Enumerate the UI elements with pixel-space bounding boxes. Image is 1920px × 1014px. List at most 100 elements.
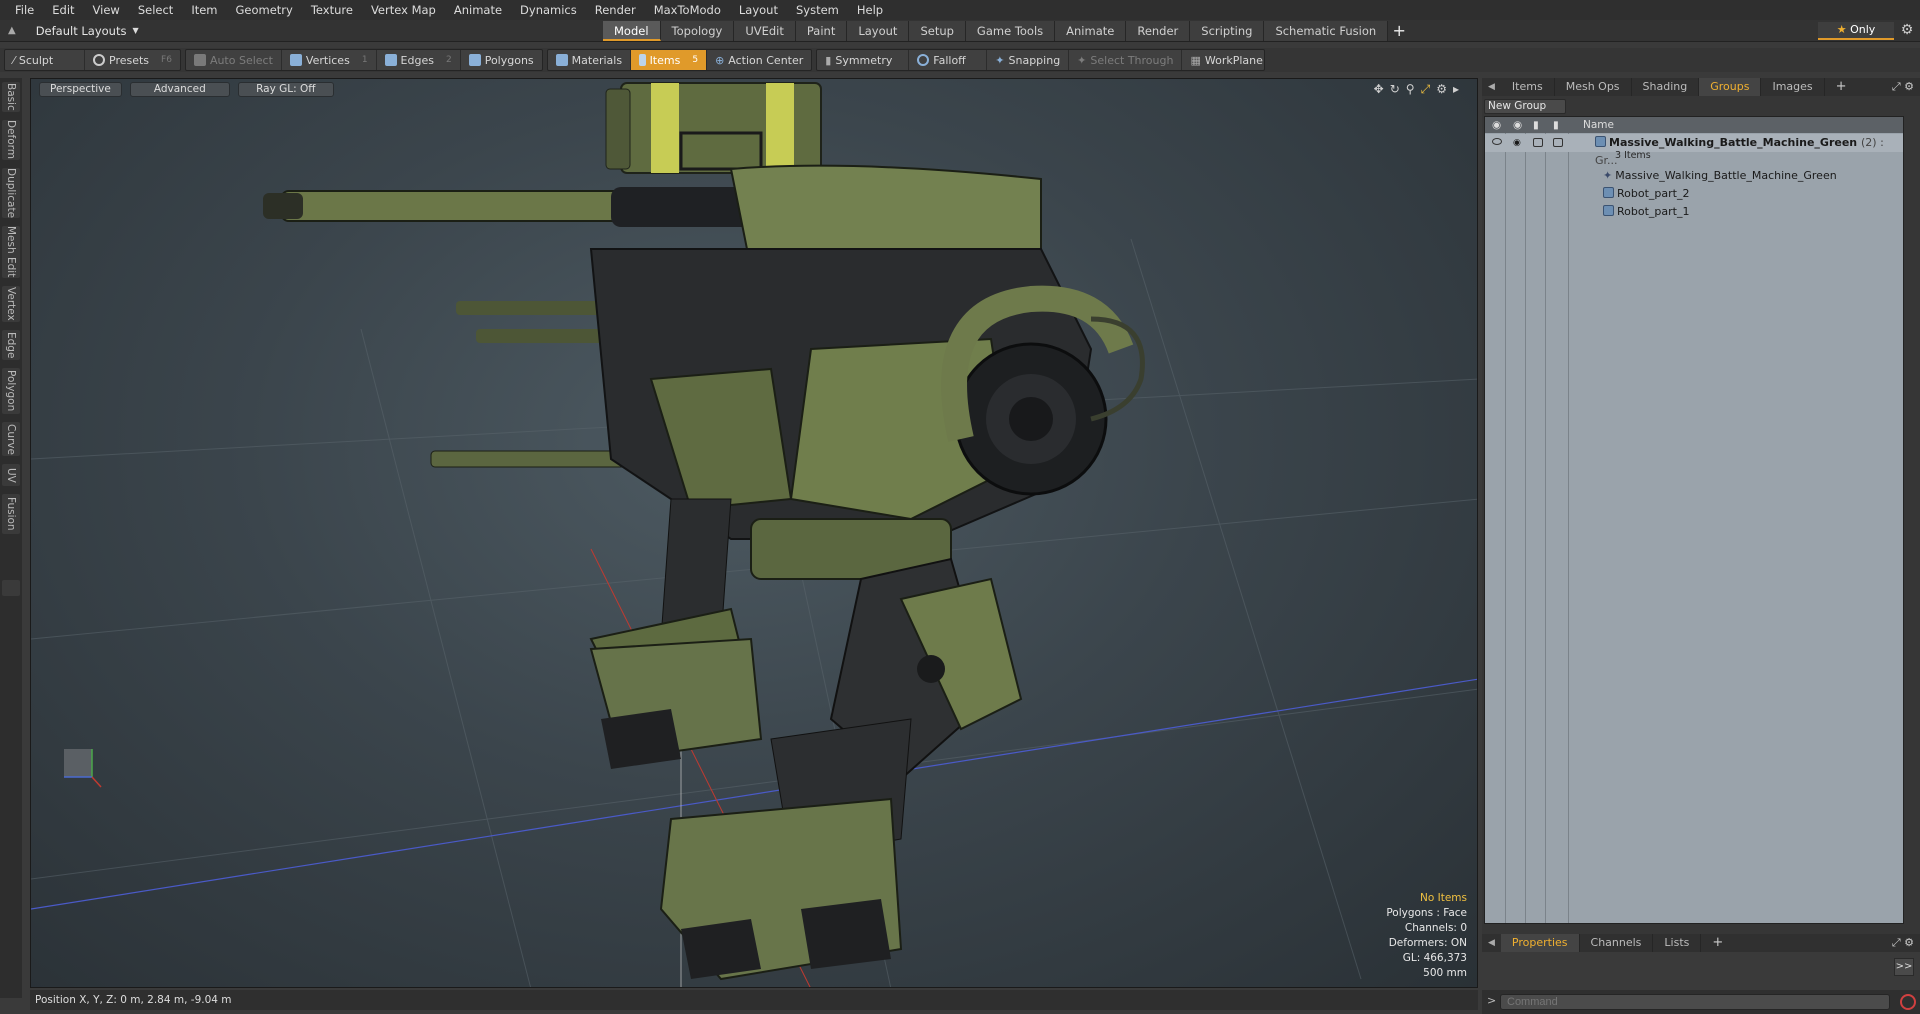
tab-model[interactable]: Model	[603, 21, 661, 41]
menu-maxtomodo[interactable]: MaxToModo	[645, 0, 730, 20]
command-input[interactable]	[1500, 994, 1890, 1010]
panel-expand-icon[interactable]: ⤢ ⚙	[1892, 936, 1920, 950]
lock-col-icon[interactable]: ▮	[1533, 117, 1539, 133]
new-group-button[interactable]: New Group	[1484, 99, 1566, 114]
tab-animate[interactable]: Animate	[1055, 21, 1127, 41]
stop-icon[interactable]	[1900, 994, 1916, 1010]
add-panel-tab-icon[interactable]: +	[1825, 78, 1858, 96]
visibility-col-icon[interactable]: ◉	[1492, 117, 1501, 133]
menu-help[interactable]: Help	[848, 0, 892, 20]
items-button[interactable]: Items 5	[631, 50, 708, 70]
tab-shading[interactable]: Shading	[1632, 78, 1700, 96]
menu-view[interactable]: View	[84, 0, 129, 20]
tab-paint[interactable]: Paint	[795, 21, 848, 41]
menu-geometry[interactable]: Geometry	[227, 0, 302, 20]
presets-icon	[93, 54, 105, 66]
only-button[interactable]: ★ Only	[1818, 22, 1894, 40]
tab-schematic-fusion[interactable]: Schematic Fusion	[1264, 21, 1389, 41]
add-tab-icon[interactable]: +	[1388, 21, 1410, 41]
menu-layout[interactable]: Layout	[730, 0, 787, 20]
auto-select-button[interactable]: Auto Select	[186, 50, 282, 70]
select-col-icon[interactable]: ▮	[1553, 117, 1559, 133]
add-panel-tab-icon[interactable]: +	[1701, 934, 1734, 952]
eye-icon[interactable]	[1492, 138, 1502, 145]
tab-render[interactable]: Render	[1126, 21, 1191, 41]
action-center-button[interactable]: ⊕ Action Center	[707, 50, 811, 70]
move-view-icon[interactable]: ✥	[1374, 82, 1384, 97]
tab-items[interactable]: Items	[1501, 78, 1555, 96]
edges-button[interactable]: Edges 2	[377, 50, 461, 70]
name-column-header[interactable]: Name	[1583, 117, 1614, 133]
layout-toggle-icon[interactable]: ▲	[8, 25, 16, 36]
tab-uvedit[interactable]: UVEdit	[734, 21, 796, 41]
layout-select[interactable]: ▲ Default Layouts ▼	[0, 24, 600, 38]
vtab-duplicate[interactable]: Duplicate	[2, 168, 20, 218]
tab-mesh-ops[interactable]: Mesh Ops	[1555, 78, 1632, 96]
materials-button[interactable]: Materials	[548, 50, 632, 70]
vtab-uv[interactable]: UV	[2, 464, 20, 486]
vtab-curve[interactable]: Curve	[2, 422, 20, 456]
symmetry-button[interactable]: ▮ Symmetry	[817, 50, 910, 70]
tab-groups[interactable]: Groups	[1699, 78, 1762, 96]
panel-menu-icon[interactable]: ◀	[1482, 938, 1501, 948]
menu-texture[interactable]: Texture	[302, 0, 362, 20]
tab-topology[interactable]: Topology	[660, 21, 735, 41]
info-polygons: Polygons : Face	[1386, 907, 1467, 919]
polygons-button[interactable]: Polygons	[461, 50, 542, 70]
gear-icon[interactable]: ⚙	[1898, 22, 1916, 40]
expand-panel-icon[interactable]	[2, 580, 20, 596]
info-channels: Channels: 0	[1404, 922, 1467, 934]
view-mode-button[interactable]: Perspective	[39, 82, 122, 97]
raygl-button[interactable]: Ray GL: Off	[237, 82, 334, 97]
panel-menu-icon[interactable]: ◀	[1482, 82, 1501, 92]
menu-file[interactable]: File	[6, 0, 43, 20]
3d-viewport[interactable]: Perspective Advanced Ray GL: Off ✥ ↻ ⚲ ⤢…	[30, 78, 1478, 988]
vtab-deform[interactable]: Deform	[2, 120, 20, 160]
tree-row-robot-part-1[interactable]: Robot_part_1	[1485, 203, 1903, 221]
tree-row-count: 3 Items	[1485, 149, 1903, 163]
menu-item[interactable]: Item	[182, 0, 226, 20]
tab-scripting[interactable]: Scripting	[1190, 21, 1265, 41]
tab-properties[interactable]: Properties	[1500, 934, 1580, 952]
vtab-vertex[interactable]: Vertex	[2, 286, 20, 322]
workplane-button[interactable]: ▦ WorkPlane	[1182, 50, 1264, 70]
vtab-edge[interactable]: Edge	[2, 330, 20, 360]
panel-expand-icon[interactable]: ⤢ ⚙	[1892, 80, 1920, 94]
tree-row-robot-part-2[interactable]: Robot_part_2	[1485, 185, 1903, 203]
vtab-basic[interactable]: Basic	[2, 82, 20, 112]
vtab-polygon[interactable]: Polygon	[2, 368, 20, 414]
menu-render[interactable]: Render	[586, 0, 645, 20]
expand-arrow-button[interactable]: >>	[1894, 958, 1914, 976]
tab-lists[interactable]: Lists	[1653, 934, 1702, 952]
tab-setup[interactable]: Setup	[909, 21, 966, 41]
tab-images[interactable]: Images	[1761, 78, 1825, 96]
menu-animate[interactable]: Animate	[445, 0, 511, 20]
menu-system[interactable]: System	[787, 0, 848, 20]
shading-button[interactable]: Advanced	[129, 82, 230, 97]
menu-vertex-map[interactable]: Vertex Map	[362, 0, 445, 20]
tab-game-tools[interactable]: Game Tools	[965, 21, 1056, 41]
fit-view-icon[interactable]: ⤢	[1421, 82, 1431, 97]
viewport-expand-icon[interactable]: ▸	[1453, 82, 1459, 97]
snapping-button[interactable]: ✦ Snapping	[987, 50, 1070, 70]
vertices-button[interactable]: Vertices 1	[282, 50, 377, 70]
vtab-fusion[interactable]: Fusion	[2, 494, 20, 534]
presets-button[interactable]: Presets F6	[85, 50, 180, 70]
sculpt-button[interactable]: ⁄ Sculpt	[5, 50, 85, 70]
tab-channels[interactable]: Channels	[1580, 934, 1654, 952]
tab-layout[interactable]: Layout	[847, 21, 910, 41]
menu-edit[interactable]: Edit	[43, 0, 83, 20]
zoom-view-icon[interactable]: ⚲	[1406, 82, 1415, 97]
menu-select[interactable]: Select	[129, 0, 182, 20]
select-through-button[interactable]: ✦ Select Through	[1069, 50, 1183, 70]
menu-dynamics[interactable]: Dynamics	[511, 0, 586, 20]
select-toggle-icon[interactable]	[1553, 138, 1563, 147]
tree-row-locator[interactable]: ✦ Massive_Walking_Battle_Machine_Green	[1485, 167, 1903, 185]
vtab-mesh-edit[interactable]: Mesh Edit	[2, 226, 20, 278]
rotate-view-icon[interactable]: ↻	[1390, 82, 1400, 97]
viewport-gear-icon[interactable]: ⚙	[1436, 82, 1447, 97]
lock-toggle-icon[interactable]	[1533, 138, 1543, 147]
right-panel: ◀ Items Mesh Ops Shading Groups Images +…	[1482, 78, 1920, 1014]
falloff-button[interactable]: Falloff	[909, 50, 988, 70]
render-col-icon[interactable]: ◉	[1513, 117, 1522, 133]
